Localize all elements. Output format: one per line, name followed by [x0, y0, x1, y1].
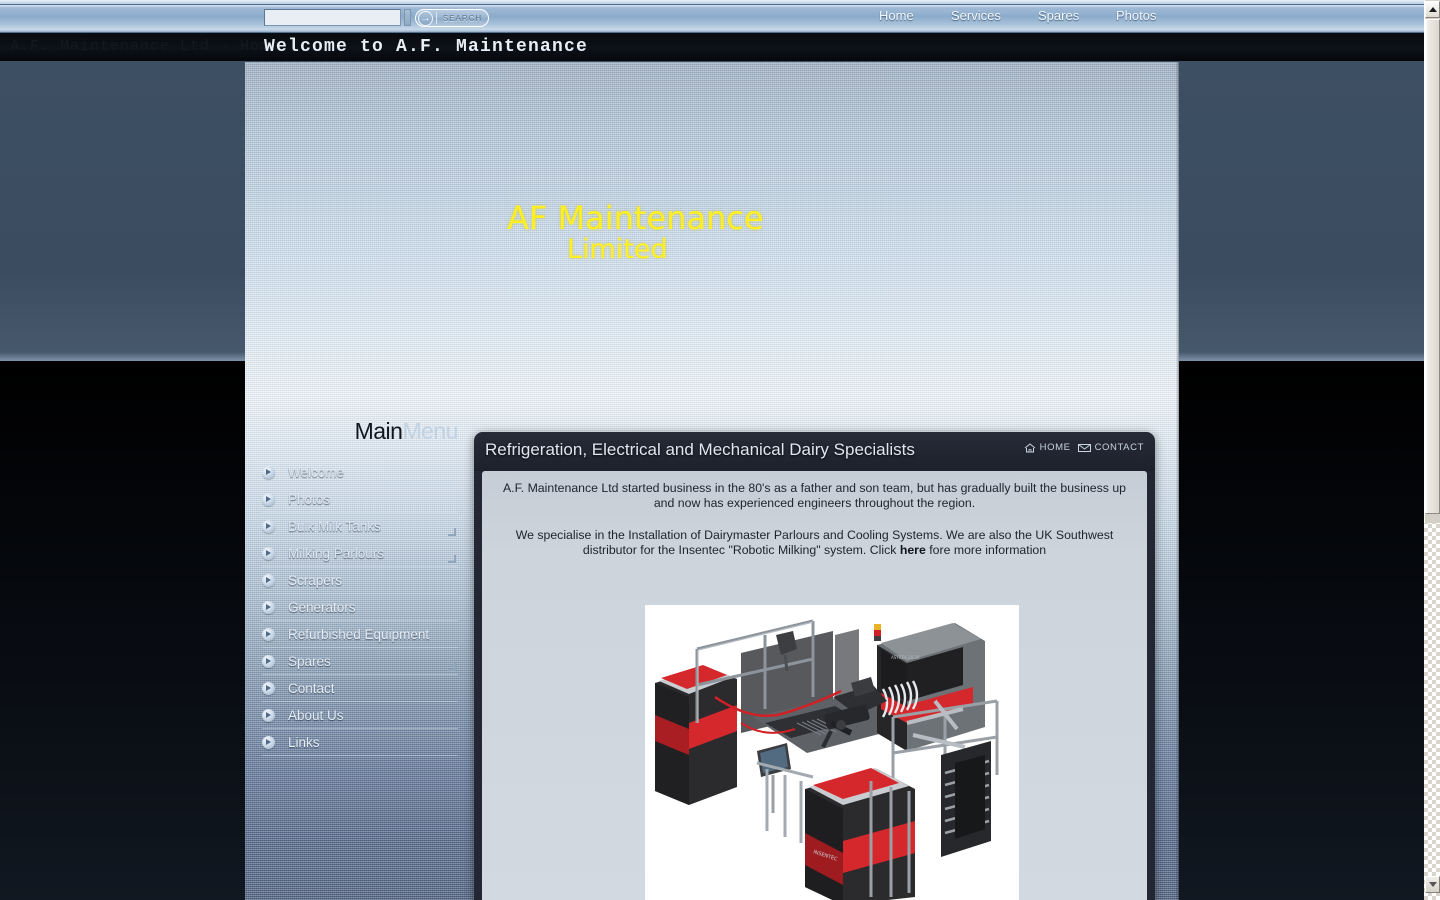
arrow-bullet-icon — [262, 493, 275, 506]
arrow-bullet-icon — [262, 547, 275, 560]
intro-paragraph-2: We specialise in the Installation of Dai… — [494, 528, 1135, 557]
browser-window: → SEARCH Home Services Spares Photos A.F… — [0, 0, 1440, 900]
breadcrumb-contact[interactable]: CONTACT — [1078, 442, 1144, 453]
background-ghost-text: A.F. Maintenance Ltd - Home — [10, 38, 280, 55]
scroll-up-button[interactable] — [1425, 1, 1440, 18]
sidebar-item-label: Photos — [288, 492, 330, 507]
chevron-down-icon — [1429, 882, 1437, 887]
arrow-bullet-icon — [262, 736, 275, 749]
browser-toolbar: → SEARCH Home Services Spares Photos — [0, 0, 1424, 33]
sidebar-item-label: Scrapers — [288, 573, 342, 588]
arrow-bullet-icon — [262, 520, 275, 533]
menu-heading-main: Main — [355, 418, 403, 444]
logo-line-2: Limited — [507, 236, 764, 264]
arrow-bullet-icon — [262, 601, 275, 614]
submenu-indicator-icon — [448, 528, 456, 536]
topnav-item-spares[interactable]: Spares — [1038, 8, 1079, 23]
main-menu-heading: MainMenu — [262, 418, 458, 445]
scroll-down-button[interactable] — [1425, 876, 1440, 893]
here-link[interactable]: here — [900, 543, 926, 557]
sidebar-item-label: Welcome — [288, 465, 344, 480]
logo-line-1: AF Maintenance — [507, 199, 764, 237]
menu-heading-menu: Menu — [402, 418, 458, 444]
search-button-label: SEARCH — [437, 14, 488, 23]
vertical-scrollbar[interactable] — [1424, 0, 1440, 900]
sidebar-item-label: Generators — [288, 600, 356, 615]
sidebar-item-scrapers[interactable]: Scrapers — [262, 567, 458, 594]
sidebar-item-label: Refurbished Equipment — [288, 627, 429, 642]
sidebar-item-label: Spares — [288, 654, 331, 669]
topnav-item-photos[interactable]: Photos — [1116, 8, 1156, 23]
content-panel-title: Refrigeration, Electrical and Mechanical… — [485, 440, 915, 460]
sidebar-item-label: Bulk Milk Tanks — [288, 519, 381, 534]
sidebar-item-milking-parlours[interactable]: Milking Parlours — [262, 540, 458, 567]
content-panel-body: A.F. Maintenance Ltd started business in… — [482, 471, 1147, 900]
topnav-item-home[interactable]: Home — [879, 8, 914, 23]
breadcrumb: HOME CONTACT — [1024, 442, 1144, 453]
envelope-icon — [1078, 443, 1091, 453]
arrow-bullet-icon — [262, 682, 275, 695]
breadcrumb-home[interactable]: HOME — [1024, 442, 1071, 453]
site-logo: AF Maintenance Limited — [507, 202, 764, 264]
home-icon — [1024, 443, 1036, 453]
paragraph-2-after: fore more information — [926, 543, 1046, 557]
sidebar-item-label: Milking Parlours — [288, 546, 384, 561]
arrow-right-icon: → — [418, 11, 433, 26]
arrow-bullet-icon — [262, 574, 275, 587]
sidebar-item-about-us[interactable]: About Us — [262, 702, 458, 729]
breadcrumb-contact-label: CONTACT — [1095, 442, 1144, 453]
sidebar-item-label: About Us — [288, 708, 344, 723]
window-title-band: A.F. Maintenance Ltd - Home Welcome to A… — [0, 33, 1424, 61]
sidebar-item-generators[interactable]: Generators — [262, 594, 458, 621]
sidebar-item-label: Contact — [288, 681, 335, 696]
submenu-indicator-icon — [448, 663, 456, 671]
chevron-up-icon — [1429, 7, 1437, 12]
sidebar-item-links[interactable]: Links — [262, 729, 458, 756]
sidebar-item-welcome[interactable]: Welcome — [262, 459, 458, 486]
page-title: Welcome to A.F. Maintenance — [264, 37, 588, 57]
submenu-indicator-icon — [448, 555, 456, 563]
robotic-milking-illustration: ASTREA 20.20 — [645, 605, 1019, 900]
sidebar-item-refurbished-equipment[interactable]: Refurbished Equipment — [262, 621, 458, 648]
main-menu: MainMenu Welcome Photos Bulk Milk Tanks … — [262, 418, 458, 756]
toolbar-divider — [404, 9, 411, 26]
content-panel-header: Refrigeration, Electrical and Mechanical… — [474, 432, 1155, 471]
arrow-bullet-icon — [262, 466, 275, 479]
product-photo: ASTREA 20.20 — [645, 605, 1019, 900]
sidebar-item-spares[interactable]: Spares — [262, 648, 458, 675]
search-button[interactable]: → SEARCH — [415, 9, 489, 27]
arrow-bullet-icon — [262, 628, 275, 641]
content-panel: Refrigeration, Electrical and Mechanical… — [474, 432, 1155, 900]
arrow-bullet-icon — [262, 655, 275, 668]
svg-text:ASTREA 20.20: ASTREA 20.20 — [891, 655, 920, 660]
scrollbar-thumb[interactable] — [1425, 19, 1440, 514]
breadcrumb-home-label: HOME — [1040, 442, 1071, 453]
topnav-item-services[interactable]: Services — [951, 8, 1001, 23]
sidebar-item-label: Links — [288, 735, 320, 750]
sidebar-item-bulk-milk-tanks[interactable]: Bulk Milk Tanks — [262, 513, 458, 540]
arrow-bullet-icon — [262, 709, 275, 722]
sidebar-item-photos[interactable]: Photos — [262, 486, 458, 513]
intro-paragraph-1: A.F. Maintenance Ltd started business in… — [494, 481, 1135, 510]
sidebar-item-contact[interactable]: Contact — [262, 675, 458, 702]
search-input[interactable] — [264, 9, 401, 26]
